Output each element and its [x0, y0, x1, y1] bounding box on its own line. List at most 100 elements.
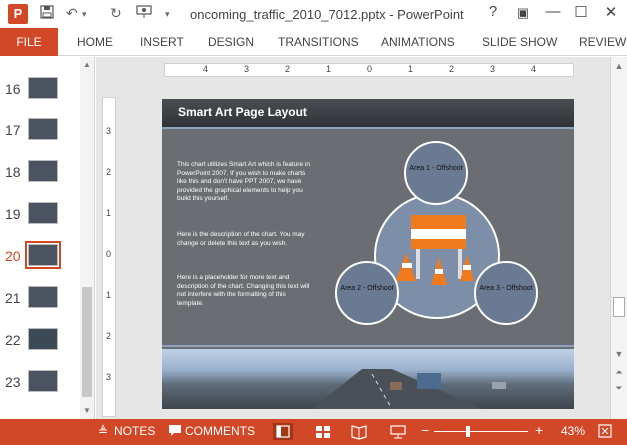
slide-thumbnail[interactable]: 22 [0, 326, 80, 354]
ruler-label: 3 [106, 372, 112, 382]
ruler-label: 0 [367, 64, 373, 74]
tab-slide-show[interactable]: SLIDE SHOW [482, 28, 557, 56]
slide-thumbnail-image [28, 202, 58, 224]
zoom-slider[interactable] [434, 431, 528, 432]
tab-insert[interactable]: INSERT [140, 28, 184, 56]
editor-scroll-thumb[interactable] [613, 297, 625, 317]
ruler-label: 3 [244, 64, 250, 74]
area1-circle[interactable]: Area 1 - Offshoot [404, 141, 468, 205]
notes-button[interactable]: NOTES [114, 424, 155, 438]
zoom-level[interactable]: 43% [561, 424, 585, 438]
slide-thumbnail-image [28, 77, 58, 99]
previous-slide-icon[interactable]: ⏶ [611, 367, 627, 378]
area3-circle[interactable]: Area 3 - Offshoot [474, 261, 538, 325]
slide-title-bar: Smart Art Page Layout [162, 99, 574, 127]
ribbon-display-button[interactable]: ▣ [512, 5, 534, 21]
ruler-label: 1 [326, 64, 332, 74]
fit-to-window-icon[interactable] [597, 423, 613, 442]
tab-home[interactable]: HOME [77, 28, 113, 56]
slide-title[interactable]: Smart Art Page Layout [178, 105, 307, 119]
ruler-label: 4 [203, 64, 209, 74]
slide-thumbnail[interactable]: 16 [0, 75, 80, 103]
slide-thumbnail-image [28, 286, 58, 308]
ruler-label: 4 [531, 64, 537, 74]
scroll-up-icon[interactable]: ▲ [80, 59, 94, 71]
highway-road-icon [312, 369, 506, 409]
ruler-label: 1 [106, 208, 112, 218]
file-tab[interactable]: FILE [0, 28, 58, 56]
comments-button[interactable]: COMMENTS [185, 424, 255, 438]
slide-number: 18 [5, 164, 21, 180]
tab-review[interactable]: REVIEW [579, 28, 627, 56]
slide-thumbnail[interactable]: 17 [0, 116, 80, 144]
slide-canvas[interactable]: Smart Art Page Layout This chart utilize… [162, 99, 574, 409]
vertical-ruler: 3 2 1 0 1 2 3 [102, 97, 116, 417]
reading-view-icon [351, 425, 367, 440]
slide-thumbnail-image [28, 118, 58, 140]
tab-transitions[interactable]: TRANSITIONS [278, 28, 359, 56]
slide-paragraph[interactable]: This chart utilizes Smart Art which is f… [177, 161, 312, 204]
slide-thumbnail-image [28, 328, 58, 350]
slide-thumbnail[interactable]: 19 [0, 200, 80, 228]
slide-number: 16 [5, 81, 21, 97]
undo-dropdown-icon[interactable]: ▾ [82, 9, 87, 20]
ruler-label: 3 [106, 126, 112, 136]
ruler-label: 2 [106, 331, 112, 341]
normal-view-icon [276, 425, 290, 438]
zoom-out-button[interactable]: − [421, 422, 429, 438]
zoom-in-button[interactable]: + [535, 422, 543, 438]
next-slide-icon[interactable]: ⏷ [611, 383, 627, 394]
slide-number: 19 [5, 206, 21, 222]
zoom-slider-handle[interactable] [466, 426, 470, 437]
ruler-label: 2 [449, 64, 455, 74]
title-bar: P ↶ ▾ ↻ ▾ oncoming_traffic_2010_7012.ppt… [0, 0, 627, 28]
ruler-label: 1 [106, 290, 112, 300]
save-icon[interactable] [40, 5, 54, 22]
slide-divider-bottom [162, 345, 574, 347]
minimize-button[interactable]: — [542, 3, 564, 20]
close-button[interactable]: ✕ [600, 3, 622, 21]
scroll-up-icon[interactable]: ▲ [611, 61, 627, 71]
customize-icon[interactable]: ▾ [165, 9, 170, 20]
notes-icon[interactable]: ≜ [98, 424, 108, 438]
slide-thumbnail[interactable]: 21 [0, 284, 80, 312]
slide-thumbnail[interactable]: 18 [0, 158, 80, 186]
slide-thumbnail-selected[interactable]: 20 [0, 241, 80, 270]
slide-thumbnail-image [28, 370, 58, 392]
reading-view-button[interactable] [349, 423, 369, 440]
slide-paragraph[interactable]: Here is a placeholder for more text and … [177, 274, 312, 308]
scroll-down-icon[interactable]: ▼ [611, 349, 627, 359]
normal-view-button[interactable] [273, 423, 293, 440]
status-bar: ≜ NOTES COMMENTS − + 43% [0, 419, 627, 445]
thumbnails-scroll-thumb[interactable] [82, 287, 92, 397]
slide-divider-top [162, 127, 574, 129]
powerpoint-logo-icon: P [8, 4, 28, 24]
slide-editing-area[interactable]: 4 3 2 1 0 1 2 3 4 3 2 1 0 1 2 3 Smart Ar… [96, 57, 610, 419]
area2-circle[interactable]: Area 2 - Offshoot [335, 261, 399, 325]
area2-label: Area 2 - Offshoot [340, 285, 394, 292]
undo-icon[interactable]: ↶ [66, 5, 78, 22]
thumbnails-scrollbar[interactable]: ▲ ▼ [80, 57, 94, 419]
ruler-label: 2 [106, 167, 112, 177]
help-button[interactable]: ? [482, 3, 504, 20]
ruler-label: 0 [106, 249, 112, 259]
tab-animations[interactable]: ANIMATIONS [381, 28, 455, 56]
slide-thumbnail[interactable]: 23 [0, 368, 80, 396]
slide-number: 20 [5, 248, 21, 264]
scroll-down-icon[interactable]: ▼ [80, 405, 94, 417]
slide-number: 22 [5, 332, 21, 348]
editor-scrollbar[interactable]: ▲ ▼ ⏶ ⏷ [610, 57, 627, 419]
slide-paragraph[interactable]: Here is the description of the chart. Yo… [177, 231, 312, 248]
redo-icon[interactable]: ↻ [110, 5, 122, 22]
present-icon[interactable] [136, 5, 152, 22]
slide-sorter-view-button[interactable] [313, 423, 333, 440]
tab-design[interactable]: DESIGN [208, 28, 254, 56]
slide-thumbnails-pane: 16 17 18 19 20 21 22 23 ▲ ▼ [0, 57, 95, 419]
slide-show-view-button[interactable] [388, 423, 408, 440]
area3-label: Area 3 - Offshoot [479, 285, 533, 292]
slide-number: 23 [5, 374, 21, 390]
document-title: oncoming_traffic_2010_7012.pptx - PowerP… [190, 7, 464, 22]
slide-number: 21 [5, 290, 21, 306]
comments-icon[interactable] [168, 423, 182, 440]
maximize-button[interactable]: ☐ [570, 3, 592, 21]
